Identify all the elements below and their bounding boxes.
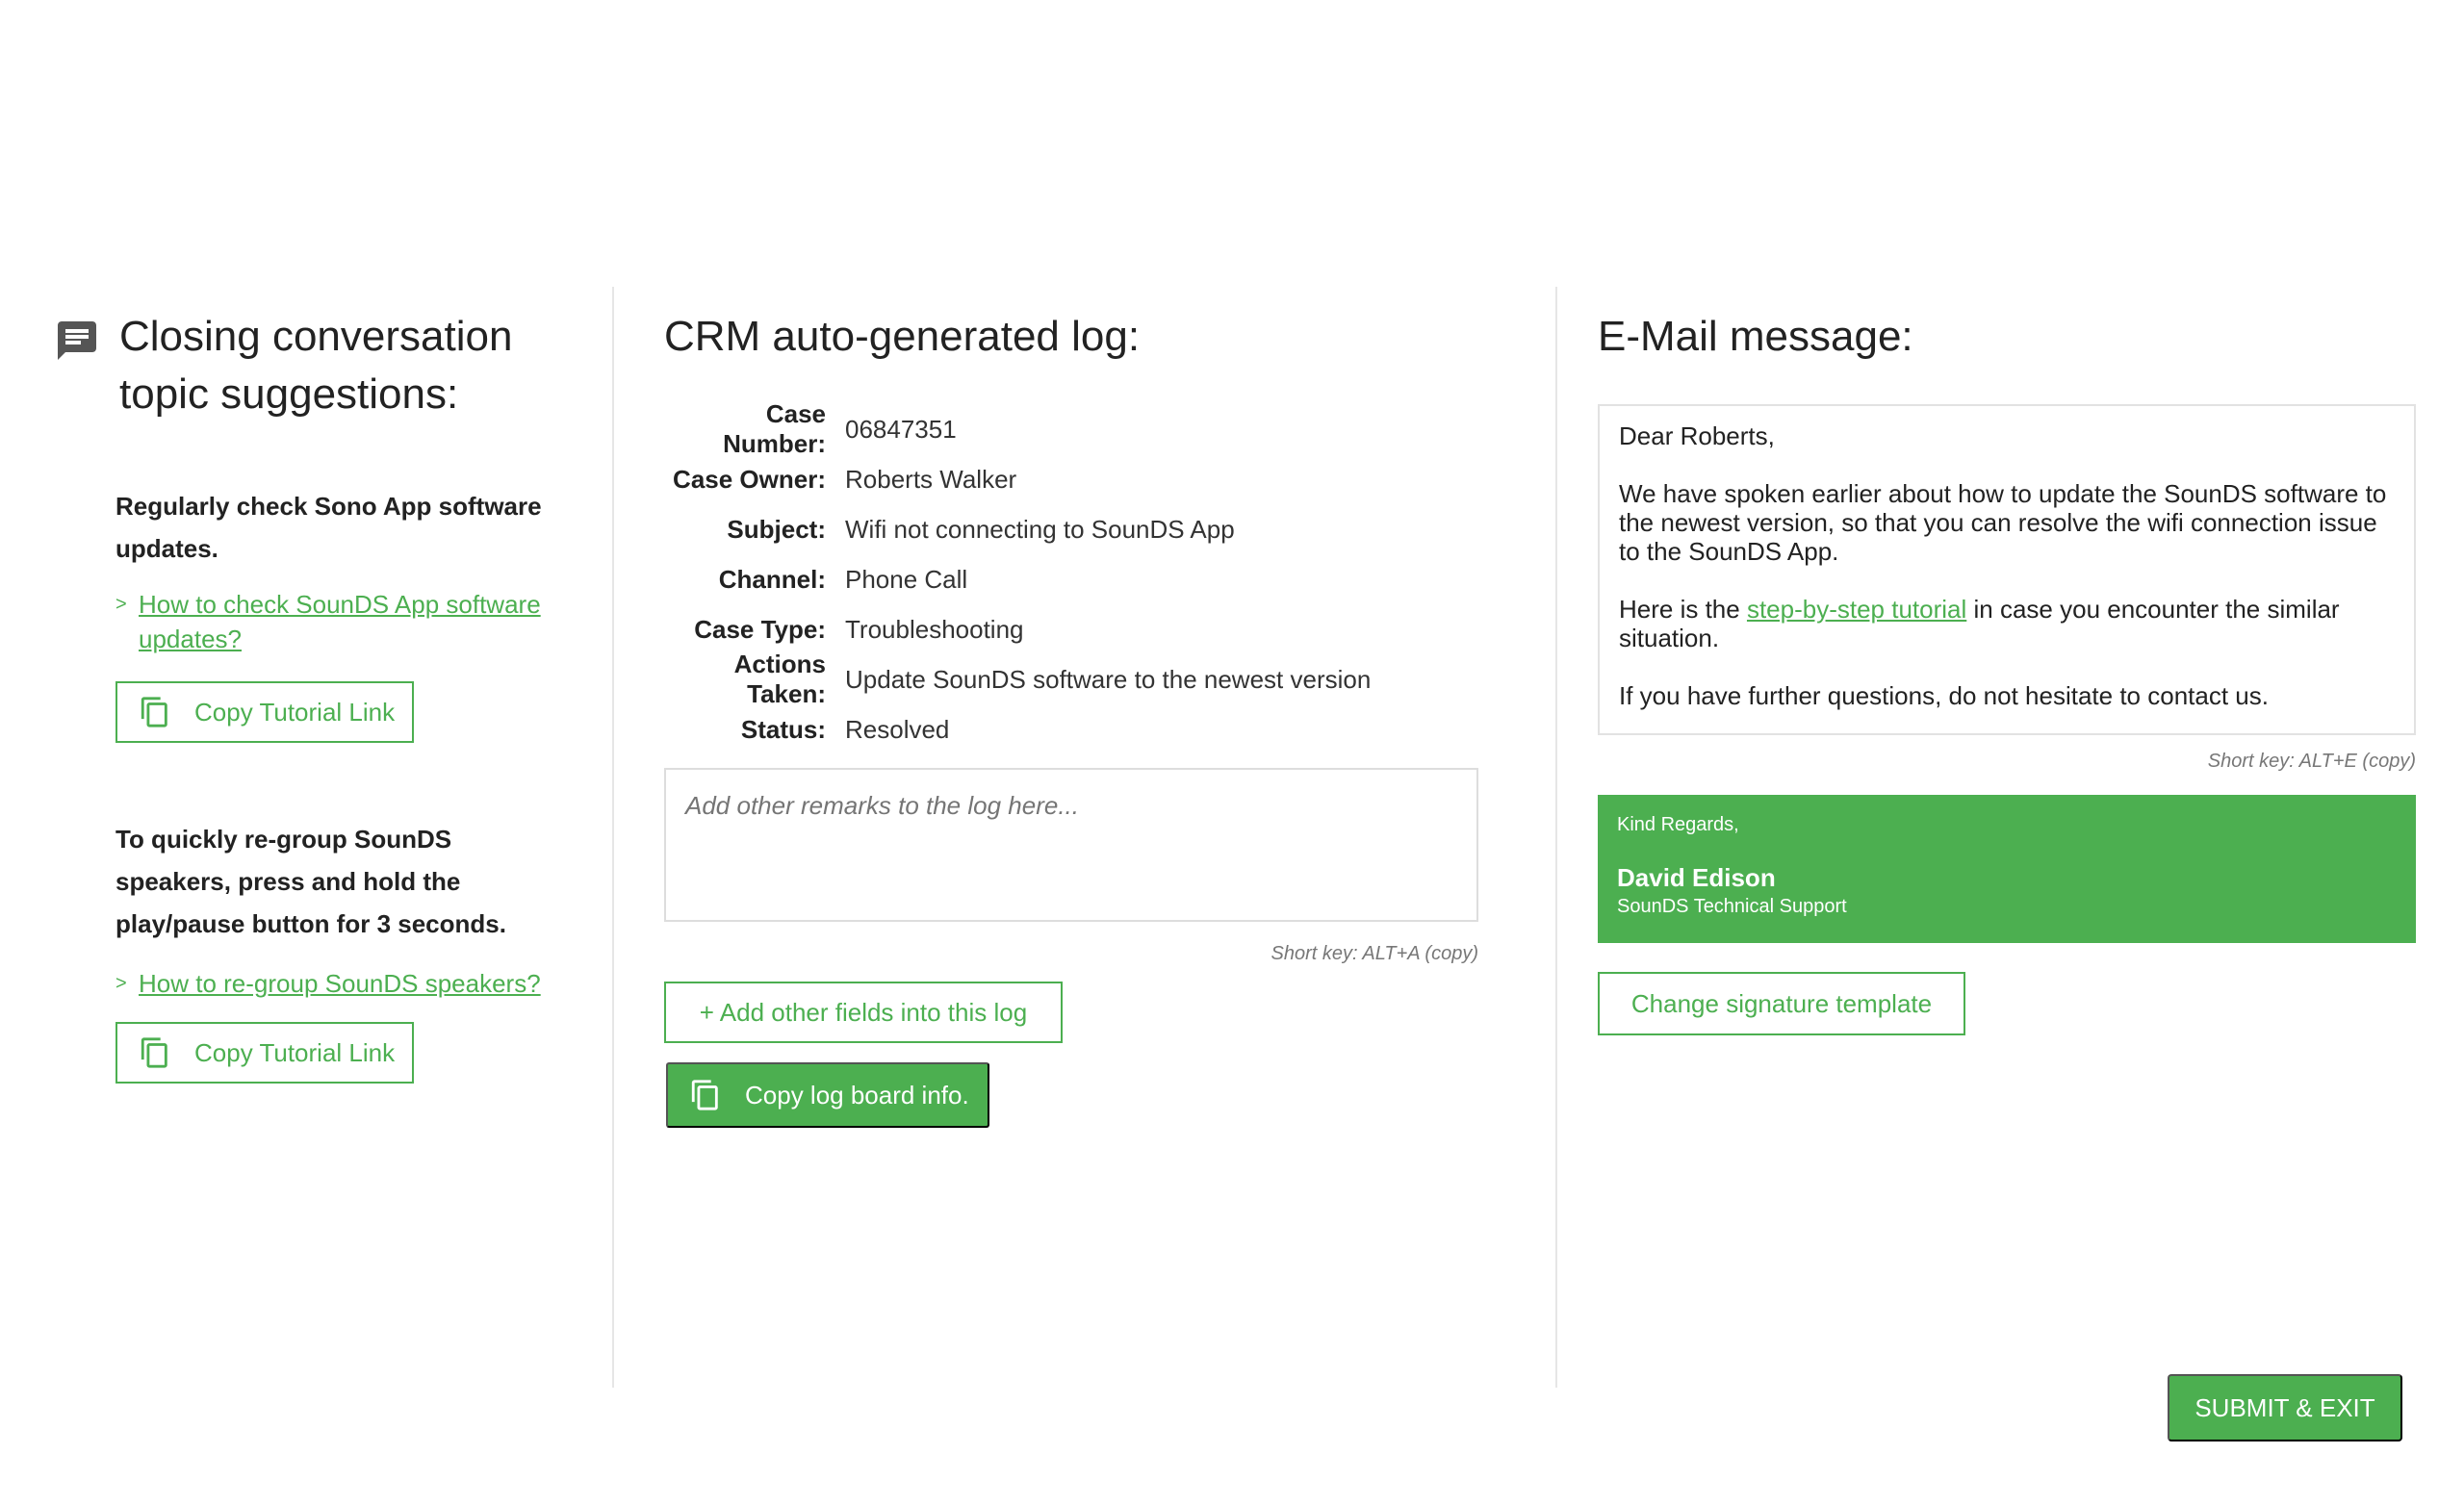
copy-tutorial-link-label-1: Copy Tutorial Link <box>194 697 396 727</box>
log-row-subject: Subject: Wifi not connecting to SounDS A… <box>664 504 1371 554</box>
log-value: Phone Call <box>845 564 968 594</box>
log-label: Actions Taken: <box>733 650 826 708</box>
chevron-right-icon: > <box>116 594 127 615</box>
signature-name: David Edison <box>1617 863 1776 892</box>
copy-icon <box>141 1037 167 1068</box>
email-shortkey-hint: Short key: ALT+E (copy) <box>2207 751 2416 772</box>
crm-log-panel: CRM auto-generated log: Case Number: 068… <box>664 308 1482 1128</box>
signature-role: SounDS Technical Support <box>1617 896 1847 917</box>
change-signature-button[interactable]: Change signature template <box>1598 972 1965 1035</box>
log-row-channel: Channel: Phone Call <box>664 554 1371 604</box>
copy-icon <box>691 1080 718 1110</box>
tutorial-link-2-wrap: > How to re-group SounDS speakers? <box>116 966 578 1001</box>
log-value: Resolved <box>845 714 950 744</box>
crm-log-title: CRM auto-generated log: <box>664 313 1141 360</box>
copy-tutorial-link-button-2[interactable]: Copy Tutorial Link <box>116 1022 414 1084</box>
copy-tutorial-link-button-1[interactable]: Copy Tutorial Link <box>116 681 414 743</box>
email-paragraph-2: Here is the step-by-step tutorial in cas… <box>1619 595 2395 652</box>
log-value: Troubleshooting <box>845 614 1024 644</box>
chat-icon <box>58 321 96 360</box>
suggestion-text-1: Regularly check Sono App software update… <box>116 492 542 563</box>
log-table: Case Number: 06847351 Case Owner: Robert… <box>664 399 1372 754</box>
signature-regards: Kind Regards, <box>1617 814 1739 835</box>
copy-icon <box>141 697 167 727</box>
email-p2-before: Here is the <box>1619 595 1747 624</box>
log-shortkey-hint: Short key: ALT+A (copy) <box>1270 943 1478 964</box>
email-title: E-Mail message: <box>1598 313 1913 360</box>
email-greeting: Dear Roberts, <box>1619 421 1775 450</box>
log-label: Channel: <box>718 564 826 594</box>
tutorial-link-check-updates[interactable]: How to check SounDS App software updates… <box>139 590 541 653</box>
email-paragraph-1: We have spoken earlier about how to upda… <box>1619 479 2387 566</box>
email-paragraph-3: If you have further questions, do not he… <box>1619 681 2269 710</box>
submit-exit-button[interactable]: SUBMIT & EXIT <box>2168 1374 2402 1441</box>
copy-tutorial-link-label-2: Copy Tutorial Link <box>194 1037 396 1067</box>
log-value: 06847351 <box>845 414 957 444</box>
log-label: Case Number: <box>723 399 826 458</box>
log-value: Roberts Walker <box>845 464 1017 494</box>
column-divider-left <box>612 287 614 1388</box>
log-row-case-owner: Case Owner: Roberts Walker <box>664 454 1371 504</box>
tutorial-link-1-wrap: > How to check SounDS App software updat… <box>116 587 578 656</box>
log-label: Status: <box>740 714 826 744</box>
chevron-right-icon: > <box>116 973 127 994</box>
copy-log-label: Copy log board info. <box>745 1080 969 1110</box>
log-label: Case Owner: <box>673 464 826 494</box>
tutorial-link-regroup-speakers[interactable]: How to re-group SounDS speakers? <box>139 969 541 998</box>
copy-log-button[interactable]: Copy log board info. <box>666 1062 989 1128</box>
email-body[interactable]: Dear Roberts, We have spoken earlier abo… <box>1598 404 2416 735</box>
log-remarks-input[interactable] <box>664 768 1478 922</box>
log-row-case-number: Case Number: 06847351 <box>664 399 1371 458</box>
log-row-case-type: Case Type: Troubleshooting <box>664 604 1371 654</box>
log-row-actions-taken: Actions Taken: Update SounDS software to… <box>664 650 1372 708</box>
log-label: Case Type: <box>694 614 826 644</box>
log-value: Wifi not connecting to SounDS App <box>845 514 1235 544</box>
log-label: Subject: <box>727 514 826 544</box>
email-panel: E-Mail message: Dear Roberts, We have sp… <box>1598 308 2426 1035</box>
email-tutorial-link[interactable]: step-by-step tutorial <box>1747 595 1966 624</box>
log-value: Update SounDS software to the newest ver… <box>845 664 1372 694</box>
log-row-status: Status: Resolved <box>664 704 1371 754</box>
add-fields-button[interactable]: + Add other fields into this log <box>664 982 1063 1043</box>
column-divider-right <box>1555 287 1557 1388</box>
email-signature: Kind Regards, David Edison SounDS Techni… <box>1598 795 2416 943</box>
suggestions-title: Closing conversation topic suggestions: <box>119 313 513 418</box>
suggestion-text-2: To quickly re-group SounDS speakers, pre… <box>116 825 506 938</box>
